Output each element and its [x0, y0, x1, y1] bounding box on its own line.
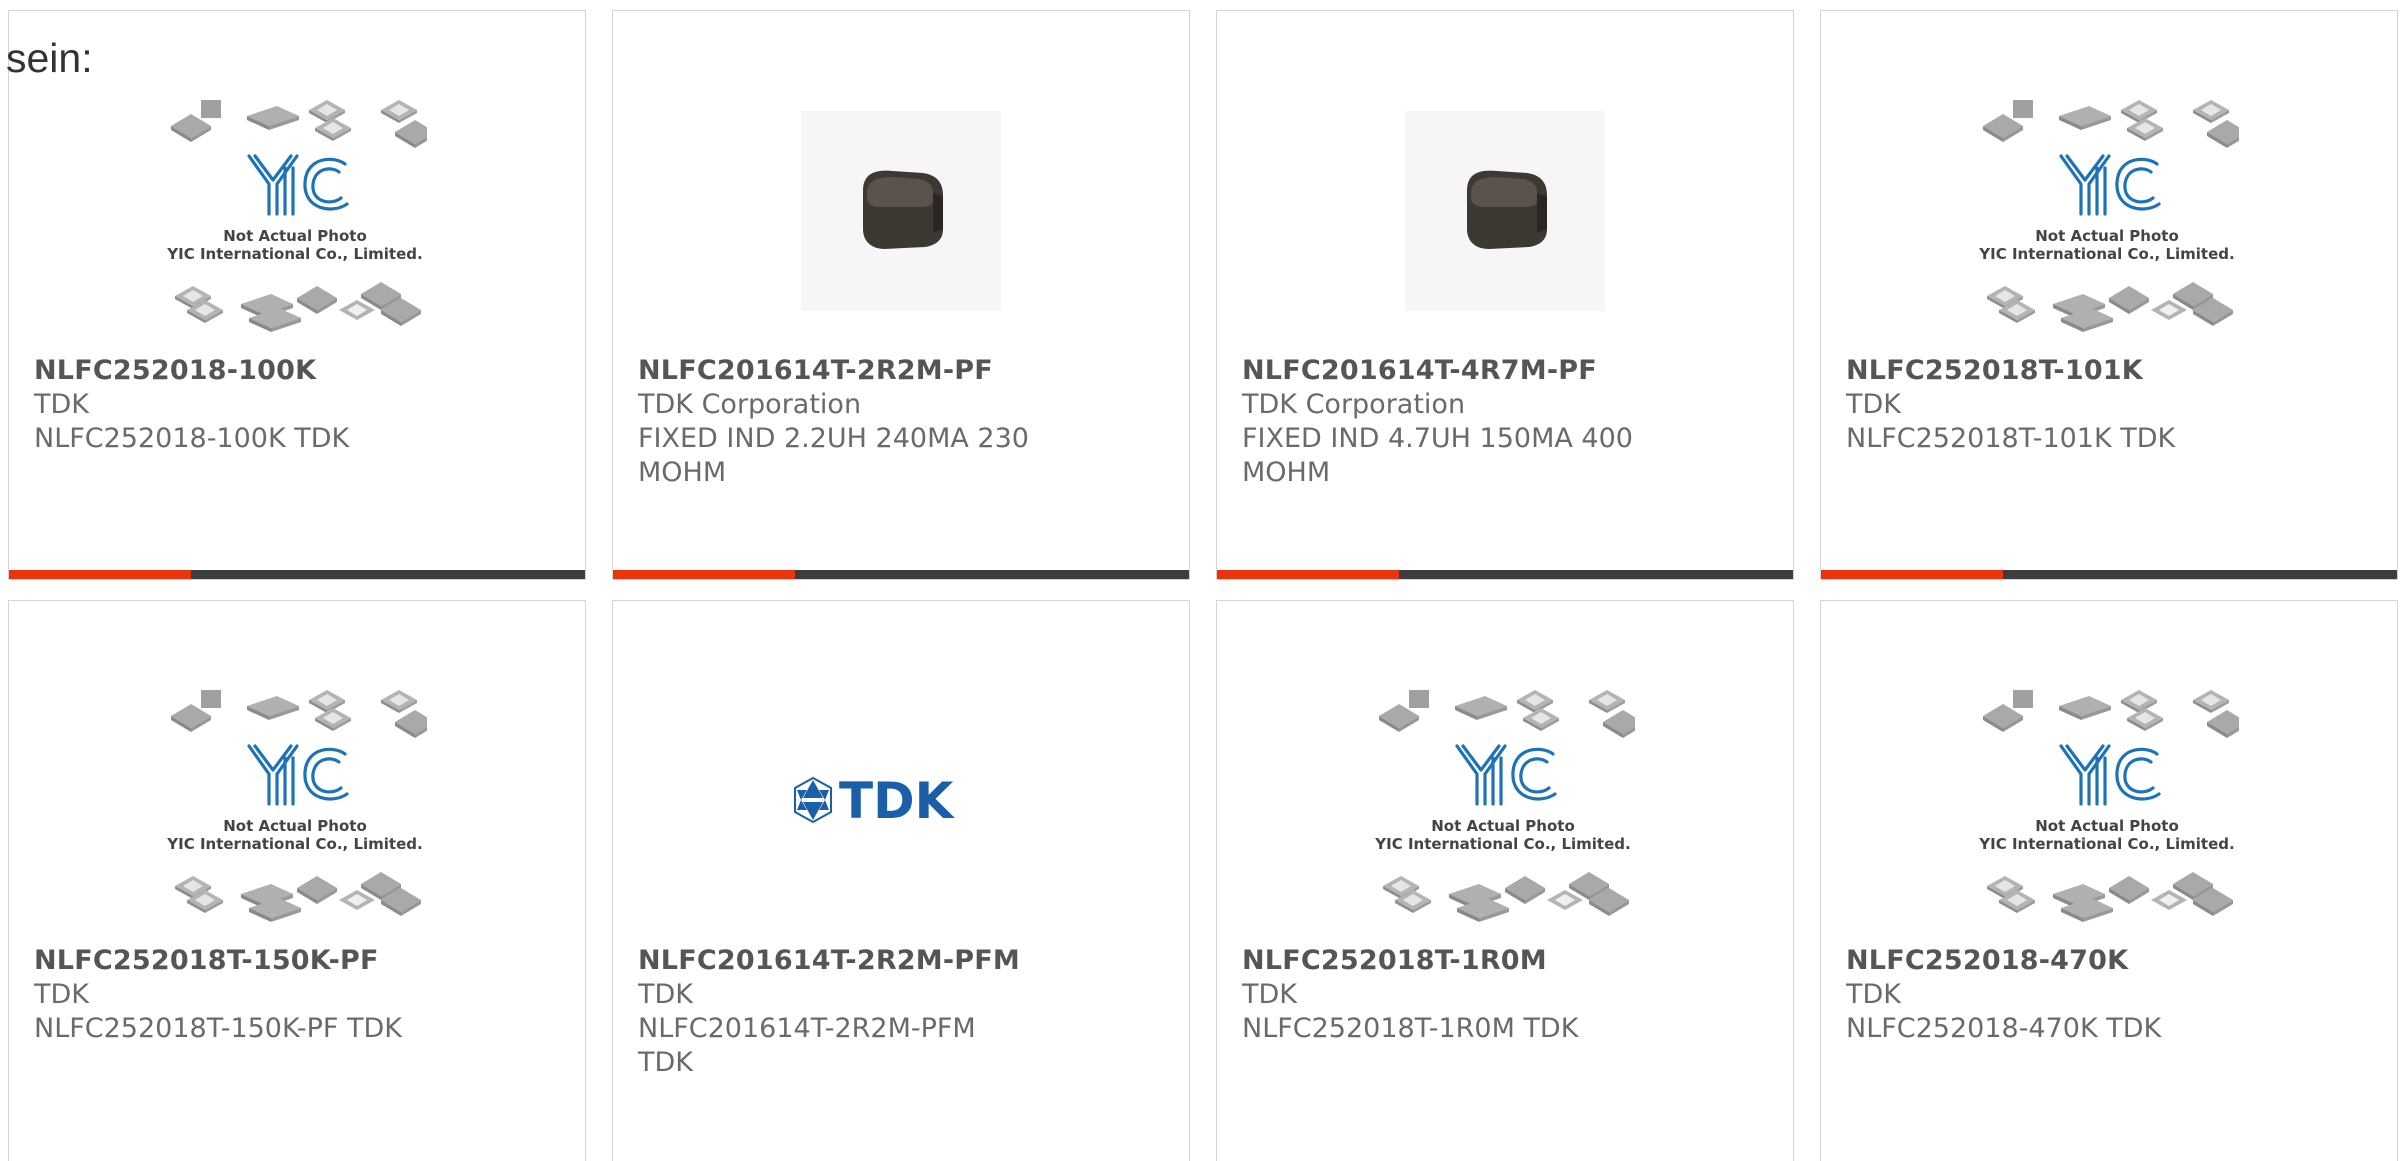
yic-placeholder-icon — [1979, 86, 2239, 336]
product-info: NLFC201614T-2R2M-PFM TDK NLFC201614T-2R2… — [638, 944, 1164, 1080]
product-part-number[interactable]: NLFC252018T-1R0M — [1242, 944, 1768, 978]
product-description: NLFC252018T-1R0M TDK — [1242, 1013, 1579, 1044]
card-accent-segment — [1217, 570, 1399, 579]
product-manufacturer: TDK — [1846, 389, 1901, 420]
product-card[interactable]: NLFC201614T-2R2M-PF TDK Corporation FIXE… — [612, 10, 1190, 580]
product-card-link[interactable]: NLFC252018T-150K-PF TDK NLFC252018T-150K… — [9, 601, 585, 1161]
product-description: NLFC201614T-2R2M-PFM TDK — [638, 1013, 976, 1078]
svg-text:TDK: TDK — [839, 772, 956, 830]
product-part-number[interactable]: NLFC201614T-2R2M-PFM — [638, 944, 1164, 978]
product-image-yic-placeholder — [9, 656, 585, 946]
product-info: NLFC201614T-4R7M-PF TDK Corporation FIXE… — [1242, 354, 1768, 490]
product-info: NLFC201614T-2R2M-PF TDK Corporation FIXE… — [638, 354, 1164, 490]
product-description: FIXED IND 2.2UH 240MA 230 MOHM — [638, 423, 1029, 488]
product-image-yic-placeholder — [1217, 656, 1793, 946]
product-card-link[interactable]: TDK NLFC201614T-2R2M-PFM TDK NLFC201614T… — [613, 601, 1189, 1161]
card-accent-bar — [1821, 570, 2397, 579]
product-part-number[interactable]: NLFC252018T-150K-PF — [34, 944, 560, 978]
product-card[interactable]: NLFC252018T-101K TDK NLFC252018T-101K TD… — [1820, 10, 2398, 580]
product-description: NLFC252018-470K TDK — [1846, 1013, 2162, 1044]
product-image-yic-placeholder — [1821, 66, 2397, 356]
lead-text: sein: — [6, 35, 93, 81]
card-accent-bar — [1217, 570, 1793, 579]
product-image-yic-placeholder — [1821, 656, 2397, 946]
product-description: NLFC252018-100K TDK — [34, 423, 350, 454]
yic-placeholder-icon — [1375, 676, 1635, 926]
product-manufacturer: TDK — [34, 979, 89, 1010]
product-description: FIXED IND 4.7UH 150MA 400 MOHM — [1242, 423, 1633, 488]
product-part-number[interactable]: NLFC252018T-101K — [1846, 354, 2372, 388]
product-card-link[interactable]: NLFC201614T-4R7M-PF TDK Corporation FIXE… — [1217, 11, 1793, 579]
product-manufacturer: TDK — [638, 979, 693, 1010]
product-card[interactable]: NLFC252018-470K TDK NLFC252018-470K TDK — [1820, 600, 2398, 1161]
product-info: NLFC252018-100K TDK NLFC252018-100K TDK — [34, 354, 560, 456]
product-part-number[interactable]: NLFC201614T-4R7M-PF — [1242, 354, 1768, 388]
inductor-photo-icon — [1405, 111, 1605, 311]
product-grid-page: sein: NLFC252018-100K TDK NLFC252018-100… — [0, 0, 2400, 1161]
card-accent-bar — [9, 570, 585, 579]
inductor-photo-icon — [801, 111, 1001, 311]
yic-placeholder-icon — [167, 676, 427, 926]
product-card-link[interactable]: NLFC252018-100K TDK NLFC252018-100K TDK — [9, 11, 585, 579]
product-card-link[interactable]: NLFC201614T-2R2M-PF TDK Corporation FIXE… — [613, 11, 1189, 579]
product-card[interactable]: NLFC252018T-150K-PF TDK NLFC252018T-150K… — [8, 600, 586, 1161]
product-part-number[interactable]: NLFC201614T-2R2M-PF — [638, 354, 1164, 388]
product-manufacturer: TDK — [1242, 979, 1297, 1010]
product-image-inductor-photo — [613, 66, 1189, 356]
product-part-number[interactable]: NLFC252018-470K — [1846, 944, 2372, 978]
product-card-link[interactable]: NLFC252018-470K TDK NLFC252018-470K TDK — [1821, 601, 2397, 1161]
product-card[interactable]: NLFC252018-100K TDK NLFC252018-100K TDK — [8, 10, 586, 580]
card-accent-segment — [1821, 570, 2003, 579]
product-card[interactable]: TDK NLFC201614T-2R2M-PFM TDK NLFC201614T… — [612, 600, 1190, 1161]
tdk-logo-icon: TDK — [794, 772, 956, 830]
product-manufacturer: TDK — [1846, 979, 1901, 1010]
yic-placeholder-icon — [167, 86, 427, 336]
product-manufacturer: TDK Corporation — [1242, 389, 1466, 420]
product-part-number[interactable]: NLFC252018-100K — [34, 354, 560, 388]
product-card-link[interactable]: NLFC252018T-1R0M TDK NLFC252018T-1R0M TD… — [1217, 601, 1793, 1161]
product-info: NLFC252018T-101K TDK NLFC252018T-101K TD… — [1846, 354, 2372, 456]
product-card[interactable]: NLFC201614T-4R7M-PF TDK Corporation FIXE… — [1216, 10, 1794, 580]
product-info: NLFC252018T-1R0M TDK NLFC252018T-1R0M TD… — [1242, 944, 1768, 1046]
product-card-link[interactable]: NLFC252018T-101K TDK NLFC252018T-101K TD… — [1821, 11, 2397, 579]
product-manufacturer: TDK — [34, 389, 89, 420]
product-image-yic-placeholder — [9, 66, 585, 356]
product-info: NLFC252018T-150K-PF TDK NLFC252018T-150K… — [34, 944, 560, 1046]
product-info: NLFC252018-470K TDK NLFC252018-470K TDK — [1846, 944, 2372, 1046]
product-description: NLFC252018T-101K TDK — [1846, 423, 2176, 454]
product-image-inductor-photo — [1217, 66, 1793, 356]
card-accent-segment — [613, 570, 795, 579]
card-accent-bar — [613, 570, 1189, 579]
product-description: NLFC252018T-150K-PF TDK — [34, 1013, 402, 1044]
product-card[interactable]: NLFC252018T-1R0M TDK NLFC252018T-1R0M TD… — [1216, 600, 1794, 1161]
product-manufacturer: TDK Corporation — [638, 389, 862, 420]
product-image-tdk-logo: TDK — [613, 656, 1189, 946]
yic-placeholder-icon — [1979, 676, 2239, 926]
card-accent-segment — [9, 570, 191, 579]
